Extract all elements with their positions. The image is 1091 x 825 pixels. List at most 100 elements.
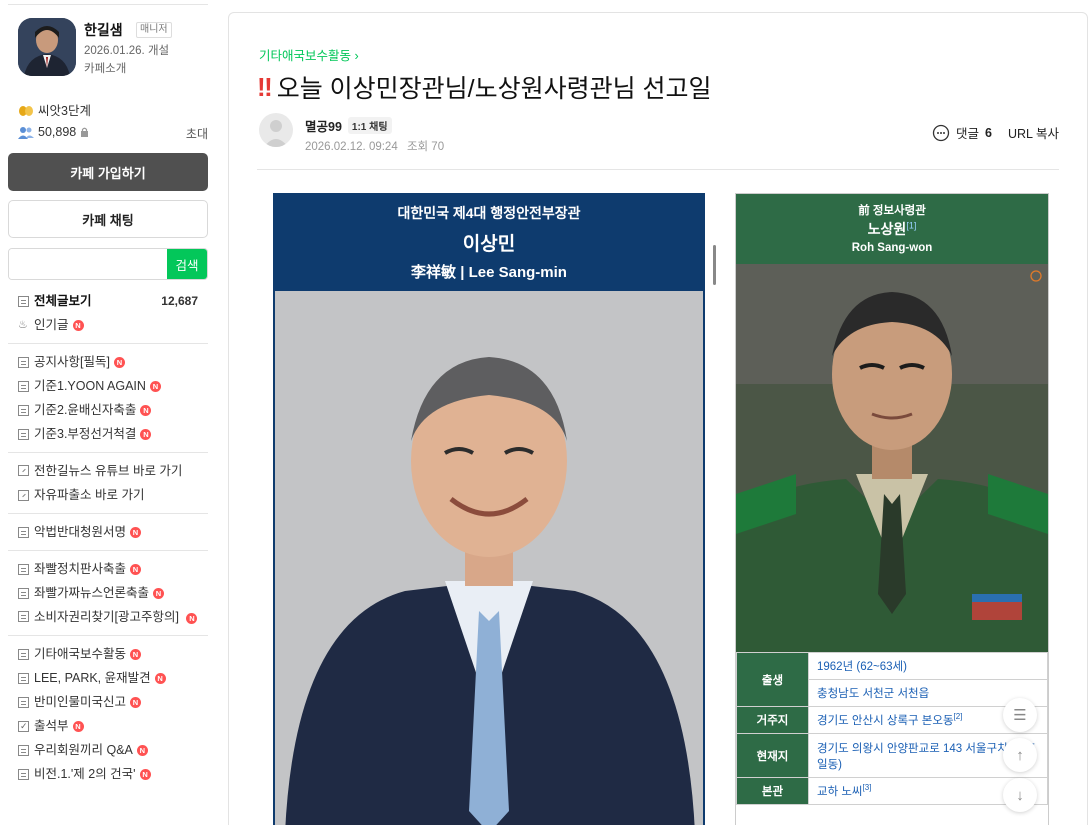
external-link-icon <box>18 489 29 501</box>
menu-item[interactable]: LEE, PARK, 윤재발견 N <box>8 666 208 690</box>
divider <box>8 550 208 551</box>
new-badge: N <box>136 744 148 756</box>
url-copy-button[interactable]: URL 복사 <box>1008 123 1059 142</box>
new-badge: N <box>130 696 142 708</box>
image-name: 노상원[1] <box>736 219 1048 239</box>
menu-label: 전체글보기 <box>34 294 92 308</box>
manager-badge: 매니저 <box>136 22 172 38</box>
post-date: 2026.02.12. 09:24 <box>305 141 398 153</box>
row-key: 출생 <box>736 652 809 707</box>
menu-popular[interactable]: 인기글 N <box>8 313 208 337</box>
author-avatar[interactable] <box>259 113 293 147</box>
invite-button[interactable]: 초대 <box>186 125 208 142</box>
menu-item[interactable]: 우리회원끼리 Q&A N <box>8 738 208 762</box>
menu-label: 좌빨정치판사축출 <box>34 562 127 576</box>
menu-item[interactable]: 비전.1.'제 2의 건국' N <box>8 762 208 786</box>
join-cafe-button[interactable]: 카페 가입하기 <box>8 153 208 191</box>
external-link-icon <box>18 465 29 476</box>
cafe-members: 50,898 초대 <box>18 125 208 142</box>
exclamation-icon: ‼ <box>257 71 273 102</box>
board-icon <box>18 526 29 538</box>
footnote-link[interactable]: [2] <box>954 712 963 721</box>
cafe-chat-button[interactable]: 카페 채팅 <box>8 200 208 238</box>
menu-label: 공지사항[필독] <box>34 355 110 369</box>
comment-icon[interactable] <box>932 124 950 142</box>
chevron-right-icon: › <box>354 49 359 63</box>
floating-buttons: ☰ ↑ ↓ <box>1003 698 1043 818</box>
article-meta: 2026.02.12. 09:24 조회 70 <box>305 138 450 154</box>
board-icon <box>18 295 29 307</box>
row-value-link[interactable]: 경기도 안산시 상록구 본오동 <box>817 715 954 727</box>
divider <box>8 513 208 514</box>
one-on-one-chat-button[interactable]: 1:1 채팅 <box>347 117 392 134</box>
new-badge: N <box>130 563 142 575</box>
menu-link-item[interactable]: 전한길뉴스 유튜브 바로 가기 <box>8 459 208 483</box>
new-badge: N <box>72 319 84 331</box>
new-badge: N <box>72 720 84 732</box>
menu-label: 출석부 <box>34 719 69 733</box>
image-name: 이상민 <box>462 234 516 255</box>
menu-item[interactable]: 좌빨가짜뉴스언론축출 N <box>8 581 208 605</box>
menu-item[interactable]: 출석부N <box>8 714 208 738</box>
portrait-photo <box>736 264 1048 652</box>
cafe-manager-name[interactable]: 한길샘 <box>84 20 123 40</box>
name-text: 노상원 <box>867 221 907 237</box>
arrow-up-icon[interactable]: ↑ <box>1003 738 1037 772</box>
article-actions: 댓글 6 URL 복사 <box>932 123 1059 142</box>
new-badge: N <box>140 428 152 440</box>
menu-item[interactable]: 좌빨정치판사축출 N <box>8 557 208 581</box>
divider <box>8 635 208 636</box>
menu-all-posts[interactable]: 전체글보기 12,687 <box>8 289 208 313</box>
search-input[interactable] <box>9 249 169 279</box>
footnote-link[interactable]: [1] <box>906 220 916 230</box>
menu-item[interactable]: 소비자권리찾기[광고주항의] N <box>8 605 208 629</box>
menu-item[interactable]: 공지사항[필독] N <box>8 350 208 374</box>
cafe-level[interactable]: 씨앗3단계 <box>18 100 91 119</box>
menu-label: 좌빨가짜뉴스언론축출 <box>34 586 150 600</box>
new-badge: N <box>149 380 161 392</box>
comments-label[interactable]: 댓글 <box>956 123 979 142</box>
menu-item[interactable]: 기타애국보수활동 N <box>8 642 208 666</box>
board-icon <box>18 696 29 708</box>
image-subname: Roh Sang-won <box>851 242 933 254</box>
menu-item[interactable]: 기준1.YOON AGAIN N <box>8 374 208 398</box>
menu-label: LEE, PARK, 윤재발견 <box>34 671 151 685</box>
cafe-avatar[interactable] <box>18 18 76 76</box>
author-name[interactable]: 멸공99 <box>305 116 342 135</box>
new-badge: N <box>139 768 151 780</box>
menu-item[interactable]: 기준2.윤배신자축출 N <box>8 398 208 422</box>
menu-label: 인기글 <box>34 318 69 332</box>
row-key: 현재지 <box>736 733 809 778</box>
search-button[interactable]: 검색 <box>167 249 207 279</box>
author-info: 멸공99 1:1 채팅 <box>305 116 392 135</box>
board-icon <box>18 428 29 440</box>
menu-label: 기타애국보수활동 <box>34 647 127 661</box>
image-scroll-handle[interactable] <box>713 245 716 285</box>
cafe-open-date: 2026.01.26. 개설 <box>84 45 170 57</box>
arrow-down-icon[interactable]: ↓ <box>1003 778 1037 812</box>
row-value-link[interactable]: 1962년 (62~63세) <box>808 652 1048 680</box>
table-row: 현재지 경기도 의왕시 안양판교로 143 서울구치소 (포일동) <box>736 733 1048 778</box>
divider <box>8 452 208 453</box>
new-badge: N <box>113 356 125 368</box>
menu-item[interactable]: 기준3.부정선거척결 N <box>8 422 208 446</box>
divider <box>8 4 208 5</box>
new-badge: N <box>186 613 198 624</box>
board-icon <box>18 563 29 575</box>
cafe-intro-link[interactable]: 카페소개 <box>84 60 126 76</box>
menu-label: 기준3.부정선거척결 <box>34 427 137 441</box>
menu-item[interactable]: 악법반대청원서명 N <box>8 520 208 544</box>
board-icon <box>18 648 29 660</box>
seed-icon <box>19 105 33 116</box>
menu-item[interactable]: 반미인물미국신고 N <box>8 690 208 714</box>
footnote-link[interactable]: [3] <box>863 783 872 792</box>
row-value-link[interactable]: 교하 노씨 <box>817 786 863 798</box>
image-caption: 前 정보사령관 <box>858 205 926 217</box>
list-icon[interactable]: ☰ <box>1003 698 1037 732</box>
breadcrumb[interactable]: 기타애국보수활동 › <box>259 45 359 64</box>
profile-info-table: 출생 1962년 (62~63세) 충청남도 서천군 서천읍 거주지 경기도 안… <box>736 652 1048 805</box>
new-badge: N <box>140 404 152 416</box>
menu-main: 전체글보기 12,687 인기글 N 공지사항[필독]N 기준1.YOON AG… <box>8 289 208 786</box>
article-title: ‼ 오늘 이상민장관님/노상원사령관님 선고일 <box>257 69 712 105</box>
menu-link-item[interactable]: 자유파출소 바로 가기 <box>8 483 208 507</box>
